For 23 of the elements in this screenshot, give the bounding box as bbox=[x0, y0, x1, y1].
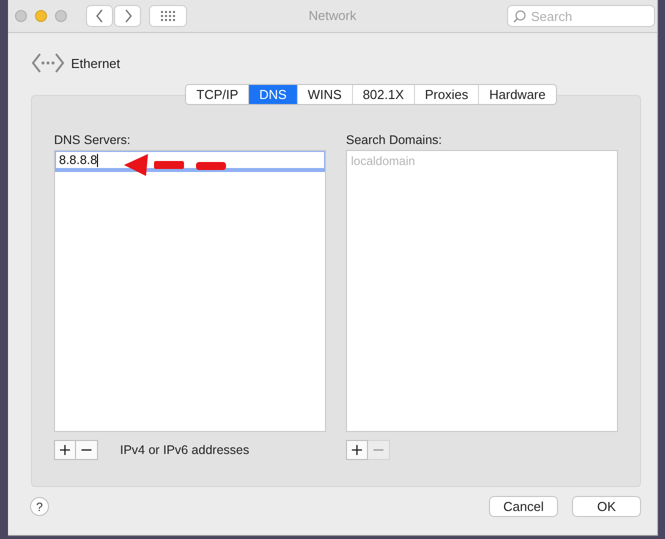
chevron-right-icon bbox=[122, 9, 132, 23]
help-button[interactable]: ? bbox=[30, 497, 49, 516]
remove-button[interactable]: − bbox=[76, 440, 98, 460]
hint-text: IPv4 or IPv6 addresses bbox=[120, 443, 250, 457]
ethernet-icon bbox=[31, 52, 65, 74]
forward-button[interactable] bbox=[114, 5, 141, 27]
list-placeholder: localdomain bbox=[350, 153, 416, 170]
add-button[interactable]: + bbox=[54, 440, 76, 460]
list-label: DNS Servers: bbox=[54, 133, 132, 149]
chevron-left-icon bbox=[94, 9, 104, 23]
tab[interactable]: TCP/IP bbox=[186, 85, 250, 104]
search-icon bbox=[513, 10, 526, 23]
cancel-button[interactable]: Cancel bbox=[489, 496, 558, 517]
interface-name: Ethernet bbox=[71, 56, 120, 70]
back-button[interactable] bbox=[86, 5, 113, 27]
tab[interactable]: DNS bbox=[249, 85, 298, 104]
add-button[interactable]: + bbox=[346, 440, 368, 460]
list-label: Search Domains: bbox=[346, 133, 443, 149]
window-title: Network bbox=[308, 8, 356, 23]
show-all-button[interactable] bbox=[149, 5, 187, 27]
ok-button[interactable]: OK bbox=[572, 496, 641, 517]
search-field[interactable]: Search bbox=[507, 5, 655, 27]
grid-icon bbox=[161, 11, 175, 21]
